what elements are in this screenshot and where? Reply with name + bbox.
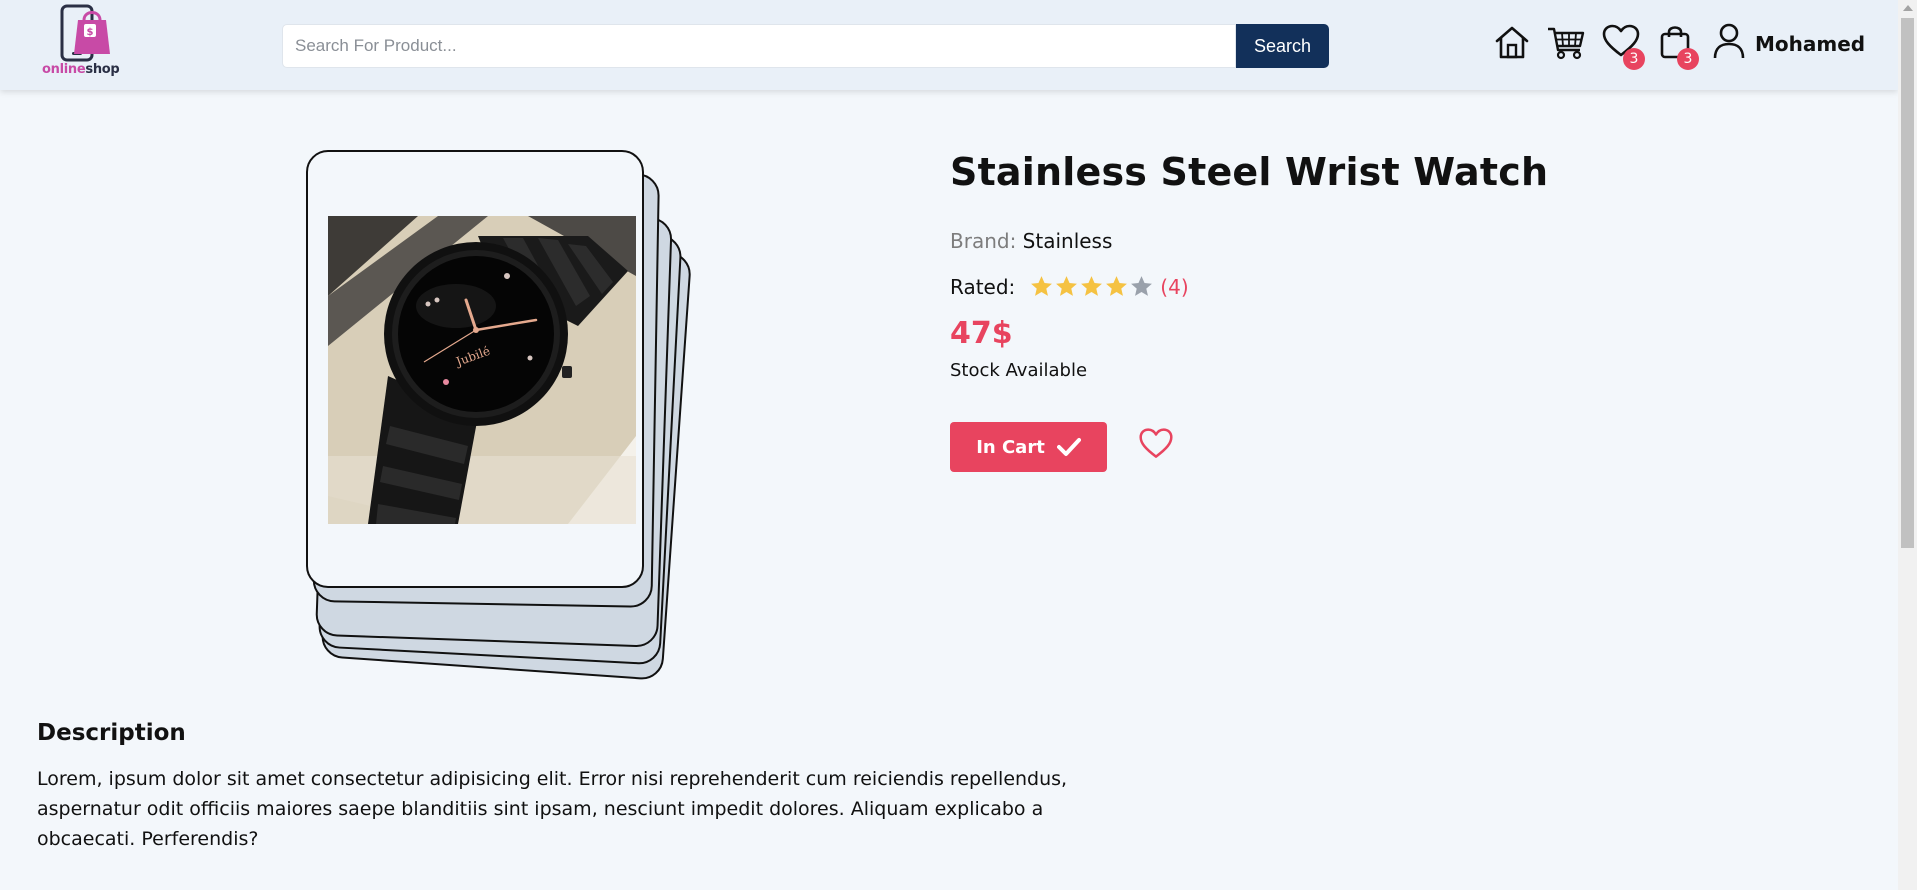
logo-text-shop: shop — [85, 62, 120, 77]
add-to-wishlist-button[interactable] — [1138, 426, 1174, 462]
search-button[interactable]: Search — [1236, 24, 1329, 68]
star-filled-icon — [1081, 276, 1103, 296]
description-title: Description — [37, 720, 186, 746]
rating-label: Rated: — [950, 274, 1016, 299]
page-scrollbar[interactable] — [1898, 0, 1917, 890]
star-filled-icon — [1031, 276, 1053, 296]
product-price: 47$ — [950, 316, 1013, 351]
watch-image: Jubilé — [328, 216, 636, 524]
home-icon — [1495, 26, 1529, 59]
stock-status: Stock Available — [950, 360, 1088, 381]
scroll-up-arrow-icon[interactable] — [1903, 5, 1913, 11]
description-text: Lorem, ipsum dolor sit amet consectetur … — [37, 768, 1068, 850]
in-cart-button[interactable]: In Cart — [950, 422, 1107, 472]
search-input[interactable] — [282, 24, 1236, 68]
brand-value: Stainless — [1022, 229, 1113, 253]
scroll-thumb[interactable] — [1901, 18, 1914, 548]
rating-count: (4) — [1160, 274, 1189, 299]
star-filled-icon — [1106, 276, 1128, 296]
star-empty-icon — [1131, 276, 1153, 296]
product-brand: Brand: Stainless — [950, 229, 1112, 253]
heart-outline-icon — [1139, 428, 1173, 458]
nav-home[interactable] — [1492, 22, 1532, 62]
cart-count-badge: 3 — [1677, 48, 1699, 70]
checkmark-icon — [1056, 438, 1081, 456]
in-cart-button-label: In Cart — [976, 436, 1045, 458]
product-image[interactable]: Jubilé — [328, 216, 636, 524]
rating-stars — [1029, 274, 1154, 299]
nav-account[interactable] — [1711, 22, 1747, 62]
nav-products[interactable] — [1546, 22, 1586, 62]
logo-text-online: online — [42, 62, 86, 77]
svg-text:$: $ — [87, 27, 94, 38]
wishlist-count-badge: 3 — [1623, 48, 1645, 70]
logo-text: onlineshop — [42, 62, 120, 77]
user-name[interactable]: Mohamed — [1755, 32, 1865, 56]
site-header: $ onlineshop Search 3 — [0, 0, 1898, 90]
brand-label: Brand: — [950, 229, 1017, 253]
product-gallery: Jubilé — [300, 148, 700, 681]
cart-icon — [1548, 27, 1585, 60]
user-icon — [1713, 23, 1745, 59]
star-filled-icon — [1056, 276, 1078, 296]
product-title: Stainless Steel Wrist Watch — [950, 150, 1549, 194]
gallery-card-front[interactable]: Jubilé — [306, 150, 644, 588]
product-rating: Rated: (4) — [950, 274, 1189, 299]
